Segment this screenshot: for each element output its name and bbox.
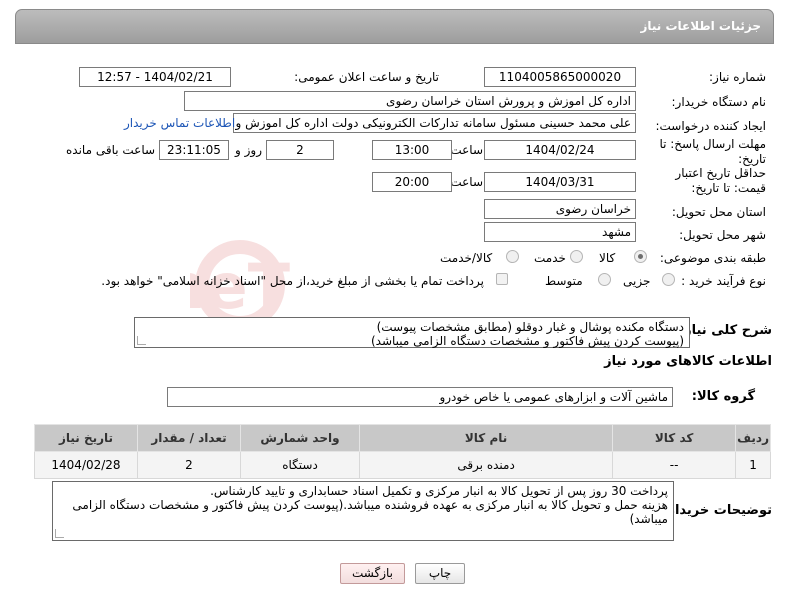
buyer-notes-line-3: میباشد) bbox=[629, 512, 668, 526]
buyer-notes-label: توضیحات خریدار: bbox=[662, 503, 772, 518]
goods-section-title: اطلاعات کالاهای مورد نیاز bbox=[604, 354, 772, 369]
process-option-medium: متوسط bbox=[545, 274, 583, 288]
cell-name: دمنده برقی bbox=[358, 451, 614, 479]
table-header-row: ردیف کد کالا نام کالا واحد شمارش تعداد /… bbox=[34, 424, 771, 452]
buyer-contact-link[interactable]: اطلاعات تماس خریدار bbox=[124, 116, 235, 130]
cell-code: -- bbox=[612, 451, 737, 479]
process-option-minor: جزیی bbox=[623, 274, 651, 288]
category-radio-goods-service[interactable] bbox=[506, 250, 519, 263]
city-label: شهر محل تحویل: bbox=[679, 228, 766, 242]
description-textarea[interactable]: دستگاه مکنده پوشال و غبار دوقلو (مطابق م… bbox=[134, 317, 690, 348]
cell-date: 1404/02/28 bbox=[34, 451, 138, 479]
description-label: شرح کلی نیاز: bbox=[678, 323, 772, 338]
deadline-date-field: 1404/02/24 bbox=[484, 140, 636, 160]
col-unit: واحد شمارش bbox=[240, 424, 360, 452]
goods-table: ردیف کد کالا نام کالا واحد شمارش تعداد /… bbox=[34, 424, 771, 479]
process-label: نوع فرآیند خرید : bbox=[681, 274, 766, 288]
need-number-field: 1104005865000020 bbox=[484, 67, 636, 87]
days-field: 2 bbox=[266, 140, 334, 160]
buyer-org-label: نام دستگاه خریدار: bbox=[671, 95, 767, 109]
col-name: نام کالا bbox=[358, 424, 614, 452]
category-radio-service[interactable] bbox=[570, 250, 583, 263]
deadline-time-label: ساعت bbox=[450, 143, 483, 157]
validity-label: حداقل تاریخ اعتبار قیمت: تا تاریخ: bbox=[675, 166, 766, 195]
validity-time-field: 20:00 bbox=[372, 172, 452, 192]
validity-time-label: ساعت bbox=[450, 175, 483, 189]
deadline-label: مهلت ارسال پاسخ: تا تاریخ: bbox=[659, 137, 766, 166]
category-option-service: خدمت bbox=[534, 251, 566, 265]
resize-handle-icon[interactable] bbox=[137, 336, 146, 345]
back-button[interactable]: بازگشت bbox=[340, 563, 405, 584]
validity-date-field: 1404/03/31 bbox=[484, 172, 636, 192]
province-label: استان محل تحویل: bbox=[671, 205, 766, 219]
payment-note: پرداخت تمام یا بخشی از مبلغ خرید،از محل … bbox=[101, 274, 484, 288]
col-date: تاریخ نیاز bbox=[34, 424, 138, 452]
category-label: طبقه بندی موضوعی: bbox=[659, 251, 766, 265]
cell-qty: 2 bbox=[137, 451, 241, 479]
buyer-notes-textarea[interactable]: پرداخت 30 روز پس از تحویل کالا به انبار … bbox=[52, 481, 674, 541]
remaining-label: ساعت باقی مانده bbox=[66, 143, 156, 157]
col-row: ردیف bbox=[735, 424, 771, 452]
cell-row: 1 bbox=[735, 451, 771, 479]
deadline-time-field: 13:00 bbox=[372, 140, 452, 160]
buyer-notes-line-1: پرداخت 30 روز پس از تحویل کالا به انبار … bbox=[210, 484, 668, 498]
goods-group-label: گروه کالا: bbox=[691, 389, 755, 404]
remaining-time-field: 23:11:05 bbox=[159, 140, 229, 160]
requester-label: ایجاد کننده درخواست: bbox=[655, 119, 766, 133]
requester-field: علی محمد حسینی مسئول سامانه تدارکات الکت… bbox=[233, 113, 636, 133]
cell-unit: دستگاه bbox=[240, 451, 360, 479]
resize-handle-icon[interactable] bbox=[55, 529, 64, 538]
announce-field: 1404/02/21 - 12:57 bbox=[79, 67, 231, 87]
days-label: روز و bbox=[235, 143, 262, 157]
need-number-label: شماره نیاز: bbox=[709, 70, 766, 84]
buyer-notes-line-2: هزینه حمل و تحویل کالا به انبار مرکزی به… bbox=[72, 498, 668, 512]
province-field: خراسان رضوی bbox=[484, 199, 636, 219]
print-button[interactable]: چاپ bbox=[415, 563, 465, 584]
category-option-goods: کالا bbox=[599, 251, 616, 265]
description-line-1: دستگاه مکنده پوشال و غبار دوقلو (مطابق م… bbox=[376, 320, 684, 334]
page-title: جزئیات اطلاعات نیاز bbox=[640, 19, 761, 33]
buyer-org-field: اداره کل اموزش و پرورش استان خراسان رضوی bbox=[184, 91, 636, 111]
description-line-2: (پیوست کردن پیش فاکتور و مشخصات دستگاه ا… bbox=[370, 334, 684, 348]
goods-group-field: ماشین آلات و ابزارهای عمومی یا خاص خودرو bbox=[167, 387, 673, 407]
category-option-goods-service: کالا/خدمت bbox=[440, 251, 493, 265]
process-radio-medium[interactable] bbox=[598, 273, 611, 286]
treasury-checkbox[interactable] bbox=[496, 273, 508, 285]
col-qty: تعداد / مقدار bbox=[137, 424, 241, 452]
announce-label: تاریخ و ساعت اعلان عمومی: bbox=[294, 70, 439, 84]
table-row: 1 -- دمنده برقی دستگاه 2 1404/02/28 bbox=[34, 451, 771, 479]
col-code: کد کالا bbox=[612, 424, 737, 452]
category-radio-goods[interactable] bbox=[634, 250, 647, 263]
process-radio-minor[interactable] bbox=[662, 273, 675, 286]
header-bar: جزئیات اطلاعات نیاز bbox=[15, 9, 774, 44]
city-field: مشهد bbox=[484, 222, 636, 242]
